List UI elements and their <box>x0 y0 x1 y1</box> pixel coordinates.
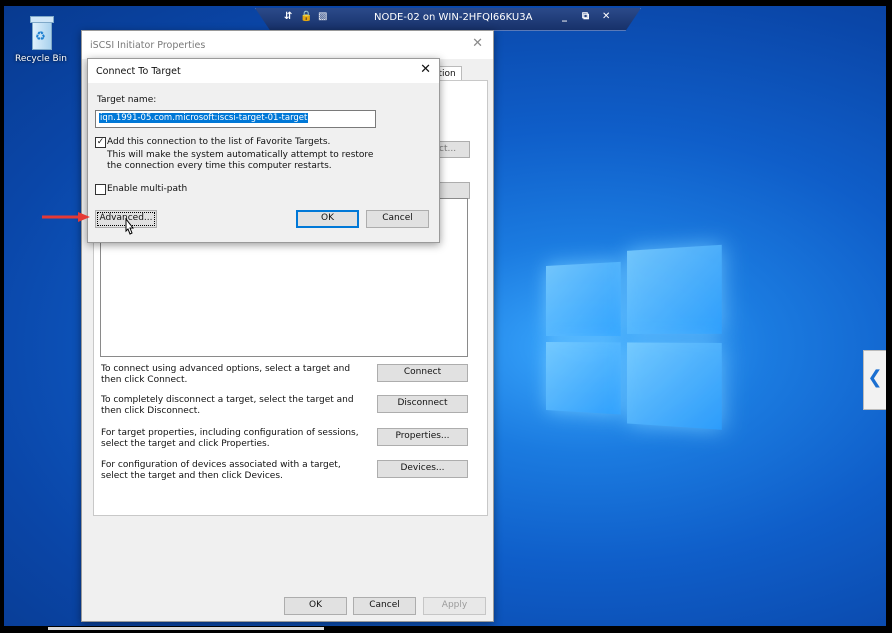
favorite-targets-checkbox[interactable]: ✓ <box>95 137 106 148</box>
hint-disconnect: To completely disconnect a target, selec… <box>101 395 361 417</box>
connect-title-bar: Connect To Target ✕ <box>88 59 439 83</box>
iscsi-title-bar: iSCSI Initiator Properties ✕ <box>82 31 493 59</box>
hint-devices: For configuration of devices associated … <box>101 460 361 482</box>
remote-session-title: NODE-02 on WIN-2HFQI66KU3A <box>374 12 532 23</box>
remote-connection-bar: ⇵ 🔒 ▧ NODE-02 on WIN-2HFQI66KU3A _ ⧉ ✕ <box>255 8 641 31</box>
recycle-bin-icon: ♻ <box>26 16 56 50</box>
restore-icon[interactable]: ⧉ <box>582 11 589 22</box>
iscsi-apply-button: Apply <box>423 597 486 615</box>
connect-dialog-title: Connect To Target <box>96 66 181 77</box>
hint-properties: For target properties, including configu… <box>101 428 361 450</box>
iscsi-window-title: iSCSI Initiator Properties <box>90 40 205 51</box>
mouse-cursor-icon <box>123 218 135 236</box>
iscsi-close-icon[interactable]: ✕ <box>472 36 483 51</box>
close-icon[interactable]: ✕ <box>602 11 610 22</box>
windows-logo <box>546 240 727 430</box>
disconnect-button[interactable]: Disconnect <box>377 395 468 413</box>
iscsi-cancel-button[interactable]: Cancel <box>353 597 416 615</box>
signal-icon: ▧ <box>318 11 327 22</box>
screen-frame-left <box>0 0 4 633</box>
connect-close-icon[interactable]: ✕ <box>420 62 431 77</box>
connect-cancel-button[interactable]: Cancel <box>366 210 429 228</box>
favorite-targets-label: Add this connection to the list of Favor… <box>107 137 330 147</box>
chevron-left-icon: ❮ <box>867 367 882 388</box>
target-name-label: Target name: <box>97 95 156 105</box>
checkmark-icon: ✓ <box>97 137 105 147</box>
connect-button[interactable]: Connect <box>377 364 468 382</box>
devices-button[interactable]: Devices... <box>377 460 468 478</box>
pin-icon[interactable]: ⇵ <box>284 11 292 22</box>
favorite-targets-description: This will make the system automatically … <box>107 150 375 172</box>
recycle-bin[interactable]: ♻ Recycle Bin <box>10 16 72 64</box>
recycle-bin-label: Recycle Bin <box>10 54 72 64</box>
hint-connect: To connect using advanced options, selec… <box>101 364 361 386</box>
lock-icon: 🔒 <box>300 11 312 22</box>
multipath-checkbox[interactable] <box>95 184 106 195</box>
multipath-label: Enable multi-path <box>107 184 187 194</box>
properties-button[interactable]: Properties... <box>377 428 468 446</box>
minimize-icon[interactable]: _ <box>562 11 567 22</box>
side-panel-toggle[interactable]: ❮ <box>863 350 886 410</box>
target-name-field[interactable]: iqn.1991-05.com.microsoft:iscsi-target-0… <box>95 110 376 128</box>
target-name-value: iqn.1991-05.com.microsoft:iscsi-target-0… <box>99 113 308 123</box>
refresh-button[interactable] <box>438 182 470 199</box>
progress-line <box>48 627 324 630</box>
quick-connect-button[interactable]: ct... <box>438 141 470 158</box>
connect-ok-button[interactable]: OK <box>296 210 359 228</box>
screen-frame-right <box>886 0 892 633</box>
screen-frame-top <box>0 0 892 6</box>
pointer-arrow-annotation <box>42 212 90 222</box>
iscsi-ok-button[interactable]: OK <box>284 597 347 615</box>
